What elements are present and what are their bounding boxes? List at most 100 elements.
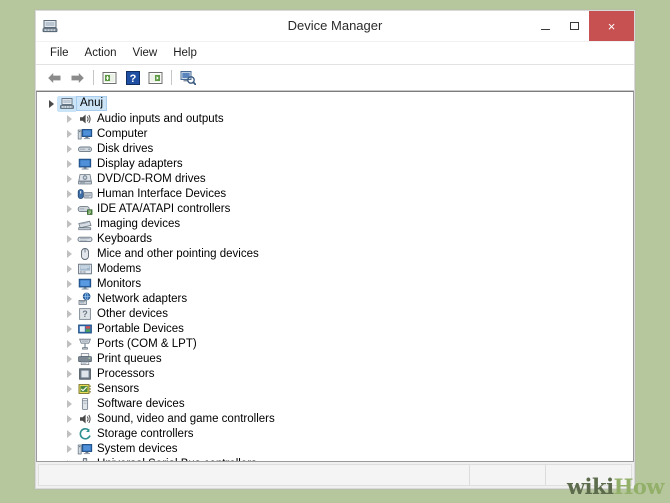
tree-item-label: Print queues: [97, 352, 162, 366]
window-controls: ×: [531, 11, 634, 41]
forward-button[interactable]: [67, 68, 88, 88]
modem-icon: [77, 262, 93, 276]
title-bar[interactable]: Device Manager ×: [36, 11, 634, 42]
device-tree-panel[interactable]: Anuj Audio inputs and outputs: [36, 91, 634, 462]
tree-item[interactable]: Display adapters: [43, 156, 633, 171]
svg-text:?: ?: [82, 309, 88, 319]
expand-toggle[interactable]: [61, 325, 77, 333]
tree-item-label: Keyboards: [97, 232, 152, 246]
tree-root-item[interactable]: Anuj: [43, 96, 633, 111]
tree-item[interactable]: Computer: [43, 126, 633, 141]
processor-icon: [77, 367, 93, 381]
computer-root-icon: [59, 97, 75, 111]
expand-toggle[interactable]: [61, 205, 77, 213]
port-icon: [77, 337, 93, 351]
expand-toggle[interactable]: [61, 355, 77, 363]
tree-item[interactable]: Imaging devices: [43, 216, 633, 231]
chevron-right-icon: [67, 280, 72, 288]
expand-toggle[interactable]: [61, 445, 77, 453]
tree-item[interactable]: Disk drives: [43, 141, 633, 156]
expand-toggle[interactable]: [61, 130, 77, 138]
display-adapter-icon: [77, 157, 93, 171]
tree-item[interactable]: Sensors: [43, 381, 633, 396]
expand-toggle[interactable]: [61, 340, 77, 348]
expand-toggle[interactable]: [61, 145, 77, 153]
maximize-button[interactable]: [560, 11, 589, 41]
update-driver-button[interactable]: [145, 68, 166, 88]
tree-item[interactable]: Human Interface Devices: [43, 186, 633, 201]
expand-toggle[interactable]: [61, 400, 77, 408]
tree-item-label: Modems: [97, 262, 141, 276]
chevron-right-icon: [67, 220, 72, 228]
disk-drive-icon: [77, 142, 93, 156]
minimize-icon: [541, 29, 550, 30]
expand-toggle[interactable]: [61, 385, 77, 393]
tree-item[interactable]: Network adapters: [43, 291, 633, 306]
tree-item[interactable]: System devices: [43, 441, 633, 456]
expand-toggle[interactable]: [61, 370, 77, 378]
properties-button[interactable]: [99, 68, 120, 88]
tree-item-label: IDE ATA/ATAPI controllers: [97, 202, 230, 216]
menu-item-action[interactable]: Action: [77, 44, 125, 62]
chevron-right-icon: [67, 115, 72, 123]
maximize-icon: [570, 22, 579, 30]
tree-item[interactable]: Software devices: [43, 396, 633, 411]
expand-toggle[interactable]: [61, 115, 77, 123]
scan-hardware-changes-button[interactable]: [177, 68, 198, 88]
expand-toggle[interactable]: [61, 280, 77, 288]
tree-item-label: Mice and other pointing devices: [97, 247, 259, 261]
tree-item[interactable]: Sound, video and game controllers: [43, 411, 633, 426]
tree-item[interactable]: IDE ATA/ATAPI controllers: [43, 201, 633, 216]
expand-toggle[interactable]: [61, 430, 77, 438]
help-button[interactable]: ?: [122, 68, 143, 88]
tree-item[interactable]: Keyboards: [43, 231, 633, 246]
tree-item-label: Computer: [97, 127, 148, 141]
expand-toggle-open[interactable]: [43, 100, 59, 108]
tree-item[interactable]: DVD/CD-ROM drives: [43, 171, 633, 186]
expand-toggle[interactable]: [61, 190, 77, 198]
chevron-right-icon: [67, 325, 72, 333]
expand-toggle[interactable]: [61, 460, 77, 463]
tree-item-label: Software devices: [97, 397, 185, 411]
chevron-right-icon: [67, 310, 72, 318]
tree-item-label: Universal Serial Bus controllers: [97, 457, 257, 463]
menu-item-view[interactable]: View: [125, 44, 166, 62]
device-tree: Anuj Audio inputs and outputs: [37, 92, 633, 462]
tree-item-label: Ports (COM & LPT): [97, 337, 197, 351]
menu-item-help[interactable]: Help: [165, 44, 205, 62]
expand-toggle[interactable]: [61, 235, 77, 243]
back-button[interactable]: [44, 68, 65, 88]
tree-item-label: Sensors: [97, 382, 139, 396]
chevron-right-filled-icon: [49, 100, 54, 108]
network-adapter-icon: [77, 292, 93, 306]
expand-toggle[interactable]: [61, 160, 77, 168]
chevron-right-icon: [67, 250, 72, 258]
tree-item-label: Monitors: [97, 277, 141, 291]
expand-toggle[interactable]: [61, 265, 77, 273]
tree-item[interactable]: Mice and other pointing devices: [43, 246, 633, 261]
tree-item[interactable]: Ports (COM & LPT): [43, 336, 633, 351]
expand-toggle[interactable]: [61, 415, 77, 423]
tree-item[interactable]: ? Other devices: [43, 306, 633, 321]
tree-item[interactable]: Print queues: [43, 351, 633, 366]
expand-toggle[interactable]: [61, 295, 77, 303]
chevron-right-icon: [67, 355, 72, 363]
menu-item-file[interactable]: File: [42, 44, 77, 62]
tree-item[interactable]: Audio inputs and outputs: [43, 111, 633, 126]
tree-item[interactable]: Storage controllers: [43, 426, 633, 441]
status-panel-1: [39, 465, 470, 485]
expand-toggle[interactable]: [61, 310, 77, 318]
close-button[interactable]: ×: [589, 11, 634, 41]
expand-toggle[interactable]: [61, 175, 77, 183]
toolbar-separator-1: [93, 70, 94, 85]
wikihow-watermark: wikiHow: [567, 476, 664, 497]
tree-item[interactable]: Universal Serial Bus controllers: [43, 456, 633, 462]
tree-item[interactable]: Portable Devices: [43, 321, 633, 336]
tree-item[interactable]: Modems: [43, 261, 633, 276]
mouse-icon: [77, 247, 93, 261]
tree-item[interactable]: Monitors: [43, 276, 633, 291]
expand-toggle[interactable]: [61, 250, 77, 258]
expand-toggle[interactable]: [61, 220, 77, 228]
minimize-button[interactable]: [531, 11, 560, 41]
tree-item[interactable]: Processors: [43, 366, 633, 381]
